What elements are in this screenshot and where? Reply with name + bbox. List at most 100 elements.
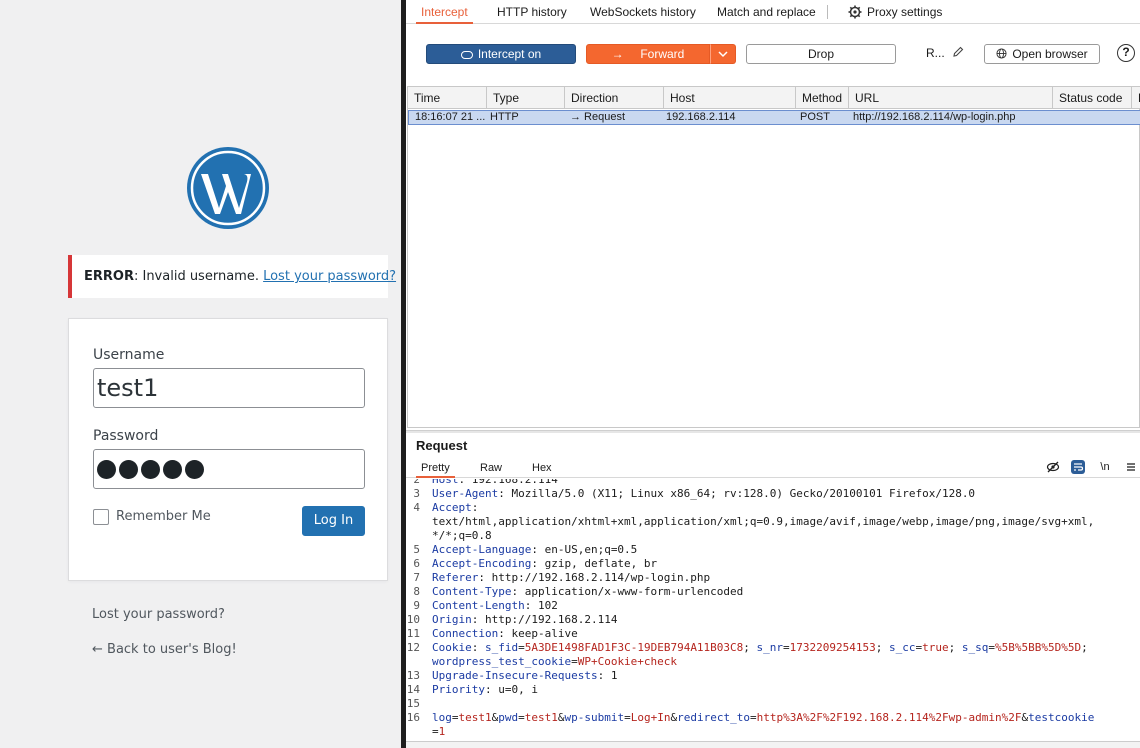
header-value: : [471,501,479,514]
tab-websockets-history[interactable]: WebSockets history [590,0,696,24]
request-pane-title: Request [416,438,468,453]
line-number: 3 [413,487,420,500]
equals: = [518,711,525,724]
line-number: 12 [406,641,420,654]
param-value: 1 [438,725,446,738]
param-name: log [432,711,452,724]
intercept-toggle-button[interactable]: Intercept on [426,44,576,64]
cell-url: http://192.168.2.114/wp-login.php [853,111,1016,123]
password-input[interactable] [93,449,365,489]
cell-host: 192.168.2.114 [666,111,736,123]
param-name: pwd [498,711,519,724]
header-value: : 102 [524,599,558,612]
remember-me-checkbox[interactable] [93,509,109,525]
header-value: : Mozilla/5.0 (X11; Linux x86_64; rv:128… [498,487,976,500]
line-number: 5 [413,543,420,556]
param-name: wp-submit [564,711,625,724]
error-lost-password-link[interactable]: Lost your password? [263,269,396,284]
cookie-sep: ; [743,641,757,654]
forward-options-dropdown[interactable] [710,44,736,64]
remember-me-label[interactable]: Remember Me [116,509,211,525]
header-value: : 192.168.2.114 [458,479,558,486]
tab-intercept[interactable]: Intercept [416,0,473,24]
cell-type: HTTP [490,111,519,123]
lost-password-link[interactable]: Lost your password? [92,607,225,622]
col-url[interactable]: URL [849,87,1053,109]
col-host[interactable]: Host [664,87,796,109]
wordpress-logo-icon[interactable] [186,146,270,230]
equals: = [432,725,439,738]
code-line: */*;q=0.8 [432,529,492,542]
header-name: Priority [432,683,485,696]
help-icon[interactable]: ? [1117,44,1135,62]
tab-pretty[interactable]: Pretty [416,460,455,478]
cookie-name: s_cc [889,641,916,654]
drop-button[interactable]: Drop [746,44,896,64]
tab-match-and-replace[interactable]: Match and replace [717,0,816,24]
tab-http-history[interactable]: HTTP history [497,0,567,24]
globe-icon [996,48,1007,59]
tab-proxy-settings[interactable]: Proxy settings [867,0,942,24]
cookie-name: s_nr [756,641,784,654]
param-name: testcookie [1028,711,1095,724]
col-method[interactable]: Method [796,87,849,109]
code-line: Host: 192.168.2.114 [432,479,558,486]
col-type[interactable]: Type [487,87,565,109]
request-annotation-label[interactable]: R... [926,46,945,60]
param-value: test1 [524,711,558,724]
equals: = [749,711,757,724]
screen: ERROR: Invalid username. Lost your passw… [0,0,1140,748]
cookie-sep: ; [948,641,962,654]
cell-direction: → Request [570,111,626,123]
cookie-value: WP+Cookie+check [577,655,678,668]
pencil-icon[interactable] [952,46,964,58]
forward-button[interactable]: → Forward [586,44,710,64]
code-line: Upgrade-Insecure-Requests: 1 [432,669,617,682]
tab-raw[interactable]: Raw [480,460,502,478]
line-number: 10 [406,613,420,626]
equals: = [624,711,631,724]
cookie-value: 1732209254153 [789,641,876,654]
code-line: wordpress_test_cookie=WP+Cookie+check [432,655,677,668]
code-line: User-Agent: Mozilla/5.0 (X11; Linux x86_… [432,487,975,500]
wrap-lines-icon[interactable] [1071,460,1085,474]
equals: = [518,641,525,654]
col-direction[interactable]: Direction [565,87,664,109]
header-name: Connection [432,627,499,640]
back-to-blog-link[interactable]: ← Back to user's Blog! [92,642,237,657]
cookie-value: %5B%5BB%5D%5D [995,641,1082,654]
login-button[interactable]: Log In [302,506,365,536]
code-line: =1 [432,725,445,738]
hide-eye-icon[interactable] [1046,460,1060,474]
show-newlines-icon[interactable]: \n [1098,460,1112,474]
wordpress-login-page: ERROR: Invalid username. Lost your passw… [0,0,401,748]
wrap-glyph-icon [1074,463,1084,471]
open-browser-button[interactable]: Open browser [984,44,1100,64]
tab-separator [827,5,828,19]
menu-icon[interactable] [1124,460,1138,474]
header-value: : 1 [597,669,618,682]
request-editor[interactable]: 2 Host: 192.168.2.114 3 User-Agent: Mozilla… [406,479,1140,741]
header-name: Origin [432,613,472,626]
code-line: Content-Type: application/x-www-form-url… [432,585,743,598]
header-name: User-Agent [432,487,499,500]
header-value: : http://192.168.2.114/wp-login.php [478,571,711,584]
cookie-sep: ; [1081,641,1095,654]
table-row[interactable]: 18:16:07 21 ... HTTP → Request 192.168.2… [408,110,1140,125]
param-value: http%3A%2F%2F192.168.2.114%2Fwp-admin%2F [756,711,1022,724]
code-line: Referer: http://192.168.2.114/wp-login.p… [432,571,710,584]
code-line: Priority: u=0, i [432,683,538,696]
code-line: Origin: http://192.168.2.114 [432,613,617,626]
header-name: Accept [432,501,472,514]
equals: = [451,711,459,724]
cell-time: 18:16:07 21 ... [415,111,486,123]
code-line: Accept: [432,501,478,514]
username-input[interactable]: test1 [93,368,365,408]
gear-icon[interactable] [848,5,862,19]
pane-divider[interactable] [406,430,1140,433]
cookie-name: s_sq [961,641,989,654]
col-status-code[interactable]: Status code [1053,87,1132,109]
col-length[interactable]: Le [1132,87,1140,109]
tab-hex[interactable]: Hex [532,460,552,478]
col-time[interactable]: Time [408,87,487,109]
